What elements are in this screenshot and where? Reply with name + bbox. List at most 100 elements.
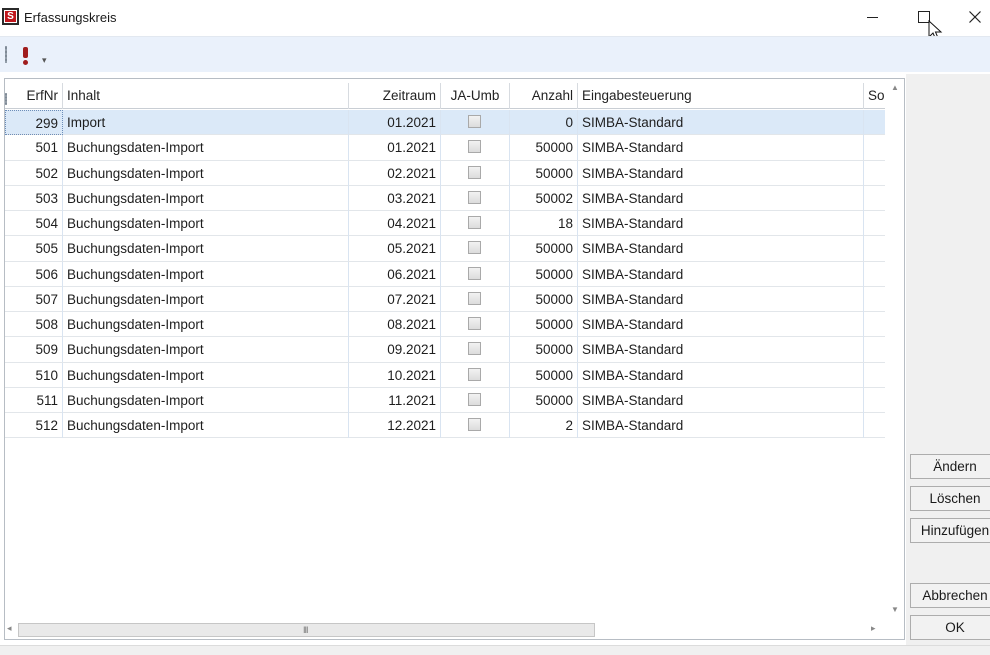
vertical-scrollbar[interactable]: ▲ ▼: [885, 79, 904, 619]
cell-zeitraum[interactable]: 02.2021: [349, 160, 441, 186]
table-row[interactable]: 512 Buchungsdaten-Import 12.2021 2 SIMBA-Sta…: [5, 413, 885, 439]
cell-anzahl[interactable]: 50000: [510, 135, 578, 161]
table-row[interactable]: 509 Buchungsdaten-Import 09.2021 50000 SIMBA…: [5, 337, 885, 363]
cell-inhalt[interactable]: Buchungsdaten-Import: [63, 387, 349, 413]
cell-eingabesteuerung[interactable]: SIMBA-Standard: [578, 211, 864, 236]
minimize-button[interactable]: [850, 0, 896, 34]
column-header-inhalt[interactable]: Inhalt: [63, 83, 349, 109]
cell-anzahl[interactable]: 50000: [510, 362, 578, 388]
cell-eingabesteuerung[interactable]: SIMBA-Standard: [578, 286, 864, 312]
cell-inhalt[interactable]: Buchungsdaten-Import: [63, 286, 349, 312]
cell-so[interactable]: [864, 287, 885, 312]
cell-so[interactable]: [864, 161, 885, 186]
table-row[interactable]: 507 Buchungsdaten-Import 07.2021 50000 SIMBA…: [5, 286, 885, 313]
cell-erfnr[interactable]: 506: [5, 261, 63, 287]
ja-umb-checkbox[interactable]: [468, 115, 481, 128]
cell-anzahl[interactable]: 18: [510, 211, 578, 236]
ja-umb-checkbox[interactable]: [468, 190, 481, 204]
cell-anzahl[interactable]: 2: [510, 413, 578, 438]
cell-anzahl[interactable]: 50000: [510, 312, 578, 337]
table-row[interactable]: 506 Buchungsdaten-Import 06.2021 50000 SIMBA…: [5, 261, 885, 287]
cell-inhalt[interactable]: Buchungsdaten-Import: [63, 312, 349, 337]
cell-inhalt[interactable]: Buchungsdaten-Import: [63, 362, 349, 388]
cell-zeitraum[interactable]: 12.2021: [349, 413, 441, 438]
ja-umb-checkbox[interactable]: [468, 291, 481, 305]
close-button[interactable]: [952, 0, 990, 34]
column-header-erfnr[interactable]: ErfNr: [5, 83, 63, 109]
ja-umb-checkbox[interactable]: [468, 165, 481, 179]
cell-inhalt[interactable]: Buchungsdaten-Import: [63, 337, 349, 363]
cell-zeitraum[interactable]: 01.2021: [349, 110, 441, 135]
horizontal-scrollbar[interactable]: ◂ III ▸: [5, 620, 885, 639]
cell-anzahl[interactable]: 50002: [510, 185, 578, 211]
table-row[interactable]: 504 Buchungsdaten-Import 04.2021 18 SIMBA-St…: [5, 211, 885, 237]
ja-umb-checkbox[interactable]: [468, 317, 481, 330]
ja-umb-checkbox[interactable]: [468, 367, 481, 381]
cell-so[interactable]: [864, 363, 885, 388]
column-header-anzahl[interactable]: Anzahl: [510, 83, 578, 109]
column-header-zeitraum[interactable]: Zeitraum: [349, 83, 441, 109]
cell-anzahl[interactable]: 50000: [510, 236, 578, 262]
cell-eingabesteuerung[interactable]: SIMBA-Standard: [578, 236, 864, 262]
cell-anzahl[interactable]: 50000: [510, 387, 578, 413]
table-row[interactable]: 502 Buchungsdaten-Import 02.2021 50000 SIMBA…: [5, 160, 885, 186]
cell-zeitraum[interactable]: 03.2021: [349, 185, 441, 211]
hinzufuegen-button[interactable]: Hinzufügen: [910, 518, 990, 543]
cell-erfnr[interactable]: 510: [5, 362, 63, 388]
toolbar-grip[interactable]: [5, 46, 7, 63]
cell-eingabesteuerung[interactable]: SIMBA-Standard: [578, 185, 864, 211]
table-row[interactable]: 508 Buchungsdaten-Import 08.2021 50000 SIMBA…: [5, 312, 885, 338]
table-row[interactable]: 510 Buchungsdaten-Import 10.2021 50000 SIMBA…: [5, 362, 885, 388]
cell-zeitraum[interactable]: 06.2021: [349, 261, 441, 287]
cell-eingabesteuerung[interactable]: SIMBA-Standard: [578, 110, 864, 135]
scroll-right-icon[interactable]: ▸: [871, 623, 876, 634]
cell-inhalt[interactable]: Buchungsdaten-Import: [63, 413, 349, 438]
cell-eingabesteuerung[interactable]: SIMBA-Standard: [578, 312, 864, 337]
cell-erfnr[interactable]: 504: [5, 211, 63, 236]
column-header-so[interactable]: So: [864, 83, 885, 109]
cell-eingabesteuerung[interactable]: SIMBA-Standard: [578, 413, 864, 438]
cell-inhalt[interactable]: Buchungsdaten-Import: [63, 211, 349, 236]
cell-anzahl[interactable]: 50000: [510, 337, 578, 363]
cell-inhalt[interactable]: Buchungsdaten-Import: [63, 185, 349, 211]
cell-inhalt[interactable]: Import: [63, 110, 349, 135]
cell-inhalt[interactable]: Buchungsdaten-Import: [63, 261, 349, 287]
scroll-down-icon[interactable]: ▼: [891, 605, 899, 614]
exclamation-icon[interactable]: [20, 46, 30, 66]
cell-eingabesteuerung[interactable]: SIMBA-Standard: [578, 160, 864, 186]
cell-zeitraum[interactable]: 10.2021: [349, 362, 441, 388]
cell-erfnr[interactable]: 512: [5, 413, 63, 438]
loeschen-button[interactable]: Löschen: [910, 486, 990, 511]
cell-inhalt[interactable]: Buchungsdaten-Import: [63, 236, 349, 262]
table-row[interactable]: 503 Buchungsdaten-Import 03.2021 50002 SIMBA…: [5, 185, 885, 212]
cell-inhalt[interactable]: Buchungsdaten-Import: [63, 135, 349, 161]
cell-inhalt[interactable]: Buchungsdaten-Import: [63, 160, 349, 186]
cell-eingabesteuerung[interactable]: SIMBA-Standard: [578, 337, 864, 363]
cell-so[interactable]: [864, 413, 885, 438]
cell-zeitraum[interactable]: 05.2021: [349, 236, 441, 262]
abbrechen-button[interactable]: Abbrechen: [910, 583, 990, 608]
cell-so[interactable]: [864, 236, 885, 261]
cell-so[interactable]: [864, 337, 885, 362]
cell-zeitraum[interactable]: 08.2021: [349, 312, 441, 337]
cell-so[interactable]: [864, 388, 885, 413]
cell-so[interactable]: [864, 211, 885, 236]
cell-erfnr[interactable]: 299: [5, 110, 63, 135]
cell-zeitraum[interactable]: 09.2021: [349, 337, 441, 363]
ja-umb-checkbox[interactable]: [468, 241, 481, 255]
cell-erfnr[interactable]: 501: [5, 135, 63, 161]
cell-zeitraum[interactable]: 04.2021: [349, 211, 441, 236]
horizontal-scroll-thumb[interactable]: III: [18, 623, 595, 637]
cell-erfnr[interactable]: 503: [5, 185, 63, 211]
ja-umb-checkbox[interactable]: [468, 216, 481, 229]
cell-eingabesteuerung[interactable]: SIMBA-Standard: [578, 387, 864, 413]
scroll-up-icon[interactable]: ▲: [891, 83, 899, 92]
cell-so[interactable]: [864, 186, 885, 211]
ok-button[interactable]: OK: [910, 615, 990, 640]
cell-anzahl[interactable]: 50000: [510, 160, 578, 186]
cell-erfnr[interactable]: 509: [5, 337, 63, 363]
table-row[interactable]: 299 Import 01.2021 0 SIMBA-Standard: [5, 110, 885, 136]
cell-anzahl[interactable]: 50000: [510, 286, 578, 312]
cell-so[interactable]: [864, 312, 885, 337]
ja-umb-checkbox[interactable]: [468, 418, 481, 431]
